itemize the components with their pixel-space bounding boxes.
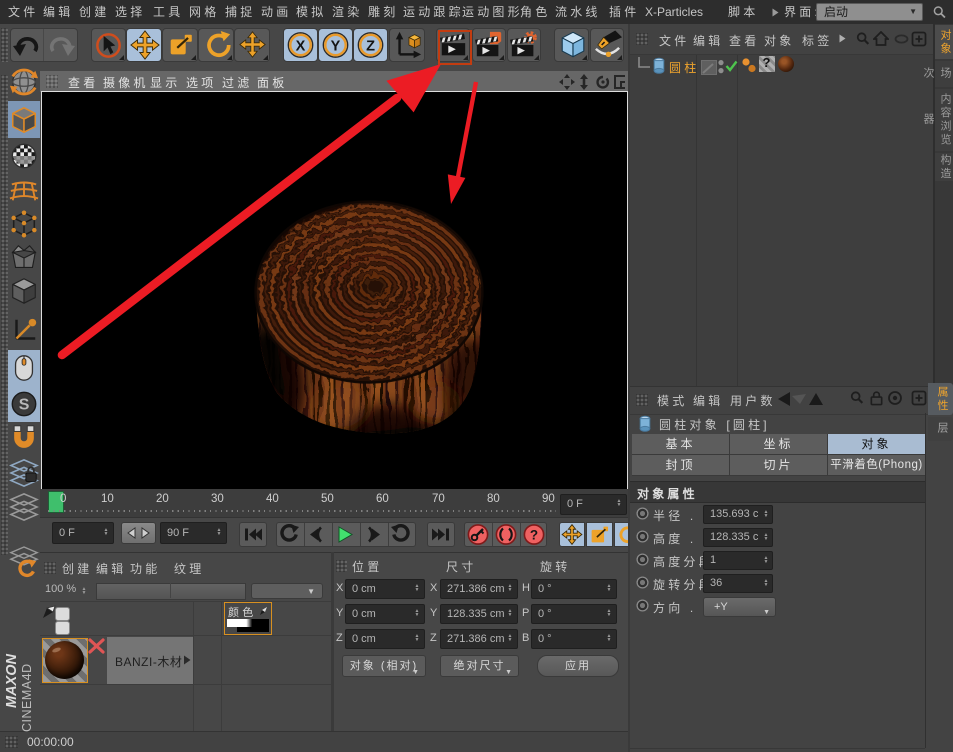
svg-text:Z: Z — [366, 38, 375, 54]
svg-text:?: ? — [530, 528, 538, 543]
svg-text:Y: Y — [331, 38, 341, 54]
svg-text:S: S — [19, 397, 30, 414]
svg-text:X: X — [296, 38, 306, 54]
